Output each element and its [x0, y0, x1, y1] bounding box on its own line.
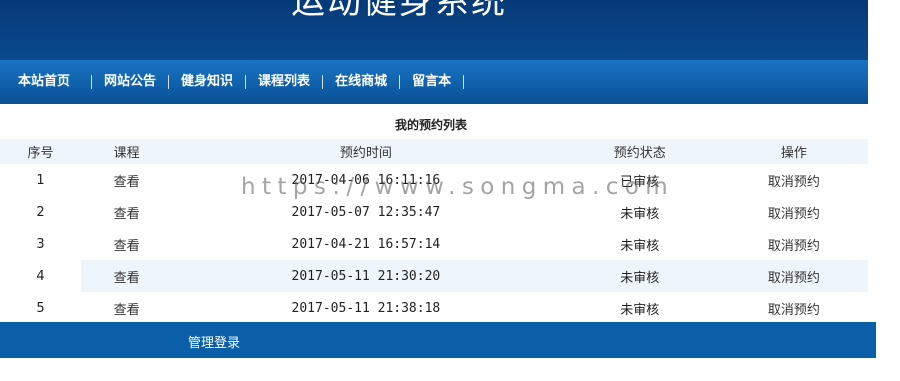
- cancel-reservation-link[interactable]: 取消预约: [720, 196, 868, 228]
- row-number: 3: [36, 236, 45, 252]
- table-row: 2 查看 2017-05-07 12:35:47 未审核 取消预约: [0, 196, 868, 228]
- table-row: 5 查看 2017-05-11 21:38:18 未审核 取消预约: [0, 292, 868, 324]
- column-header-number: 序号: [0, 139, 82, 164]
- reservation-time: 2017-04-21 16:57:14: [291, 236, 441, 252]
- view-course-link[interactable]: 查看: [81, 228, 172, 260]
- row-number: 4: [36, 268, 45, 284]
- table-row: 3 查看 2017-04-21 16:57:14 未审核 取消预约: [0, 228, 868, 260]
- main-nav: 本站首页 网站公告 健身知识 课程列表 在线商城 留言本: [0, 60, 868, 104]
- column-header-status: 预约状态: [559, 139, 720, 164]
- nav-course-list[interactable]: 课程列表: [246, 75, 324, 89]
- column-header-course: 课程: [81, 139, 173, 164]
- nav-online-shop[interactable]: 在线商城: [323, 75, 401, 89]
- cancel-reservation-link[interactable]: 取消预约: [720, 164, 868, 196]
- reservation-list-title: 我的预约列表: [394, 118, 467, 132]
- reservation-status: 未审核: [620, 302, 660, 318]
- table-header-row: 序号 课程 预约时间 预约状态 操作: [0, 139, 868, 164]
- admin-login-link[interactable]: 管理登录: [188, 332, 240, 351]
- nav-announcements[interactable]: 网站公告: [92, 75, 170, 89]
- reservation-time: 2017-05-11 21:30:20: [172, 260, 560, 292]
- reservation-time: 2017-05-11 21:38:18: [291, 300, 441, 316]
- column-header-reservation-time: 预约时间: [172, 139, 560, 164]
- row-number: 2: [36, 204, 45, 220]
- footer-bar: 管理登录: [0, 322, 876, 358]
- view-course-link[interactable]: 查看: [81, 292, 172, 324]
- table-row: 4 查看 2017-05-11 21:30:20 未审核 取消预约: [0, 260, 868, 292]
- nav-home[interactable]: 本站首页: [0, 75, 93, 89]
- cancel-reservation-link[interactable]: 取消预约: [720, 292, 868, 324]
- reservation-table: 序号 课程 预约时间 预约状态 操作 1 查看 2017-04-06 16:11…: [0, 139, 868, 324]
- watermark-text: https://www.songma.com: [241, 174, 675, 200]
- row-number: 1: [36, 172, 45, 188]
- view-course-link[interactable]: 查看: [81, 196, 172, 228]
- row-number: 5: [36, 300, 45, 316]
- reservation-status: 未审核: [620, 206, 660, 222]
- cancel-reservation-link[interactable]: 取消预约: [719, 260, 868, 292]
- column-header-action: 操作: [719, 139, 868, 164]
- reservation-status: 未审核: [559, 260, 720, 292]
- cancel-reservation-link[interactable]: 取消预约: [720, 228, 868, 260]
- reservation-time: 2017-05-07 12:35:47: [291, 204, 441, 220]
- nav-fitness-knowledge[interactable]: 健身知识: [169, 75, 247, 89]
- reservation-status: 未审核: [620, 238, 660, 254]
- view-course-link[interactable]: 查看: [81, 164, 172, 196]
- site-title: 运动健身系统: [291, 0, 507, 22]
- view-course-link[interactable]: 查看: [81, 260, 173, 292]
- header-banner: 运动健身系统: [0, 0, 868, 60]
- nav-guestbook[interactable]: 留言本: [400, 75, 465, 89]
